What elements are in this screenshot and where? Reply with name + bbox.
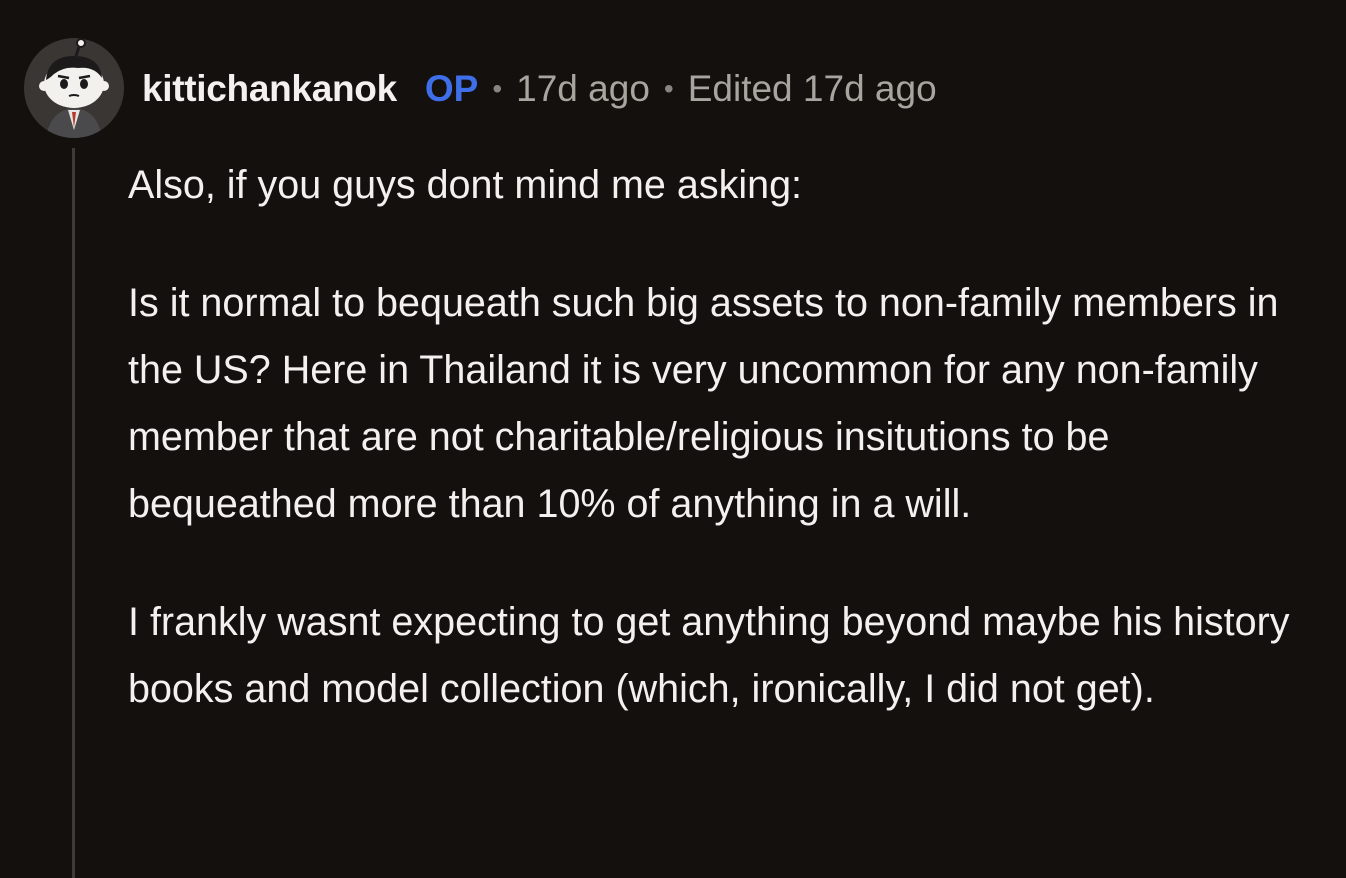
comment-paragraph: I frankly wasnt expecting to get anythin… [128,600,1290,711]
thread-line[interactable] [72,148,75,878]
timestamp[interactable]: 17d ago [516,68,650,110]
comment-body: Also, if you guys dont mind me asking: I… [128,152,1308,774]
comment-header: kittichankanok OP • 17d ago • Edited 17d… [142,64,937,114]
edited-timestamp: Edited 17d ago [687,68,937,109]
comment: kittichankanok OP • 17d ago • Edited 17d… [0,0,1346,878]
comment-paragraph: Is it normal to bequeath such big assets… [128,281,1279,526]
separator-dot: • [492,73,503,104]
separator-dot: • [663,73,674,104]
op-badge: OP [424,68,479,109]
snoo-avatar-icon [39,38,109,138]
username-link[interactable]: kittichankanok [142,68,397,110]
comment-paragraph: Also, if you guys dont mind me asking: [128,163,803,207]
user-avatar[interactable] [24,38,124,138]
